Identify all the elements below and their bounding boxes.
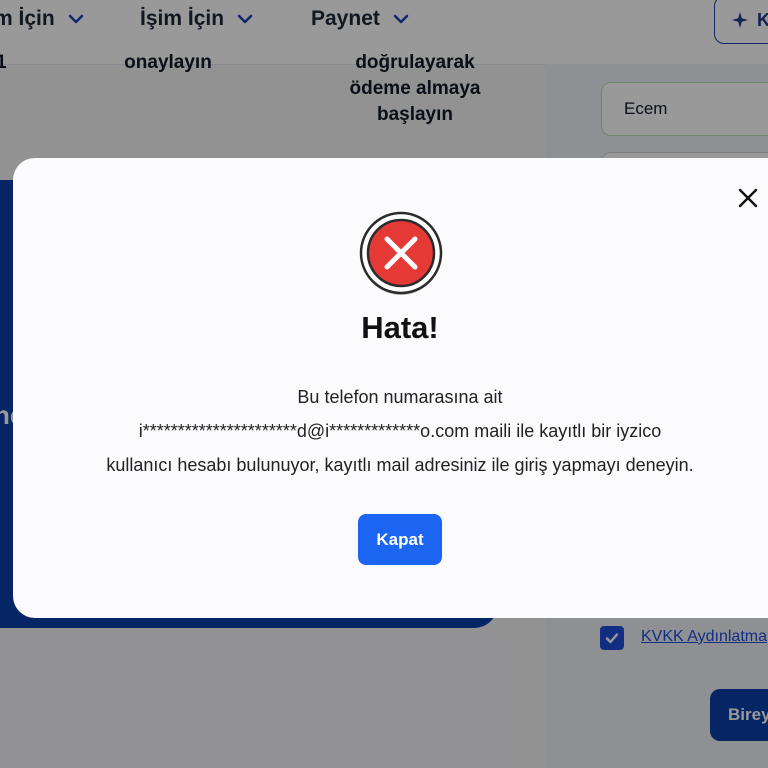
close-button[interactable] [725,175,768,221]
error-x-icon [359,211,443,295]
close-icon [738,188,758,208]
kapat-button[interactable]: Kapat [358,514,442,565]
modal-message-line: kullanıcı hesabı bulunuyor, kayıtlı mail… [106,455,694,475]
modal-message-line: i**********************d@i*************o… [138,421,662,441]
modal-title: Hata! [361,310,439,345]
modal-message-line: Bu telefon numarasına ait [297,387,503,407]
modal-message: Bu telefon numarasına ait i*************… [0,380,768,482]
